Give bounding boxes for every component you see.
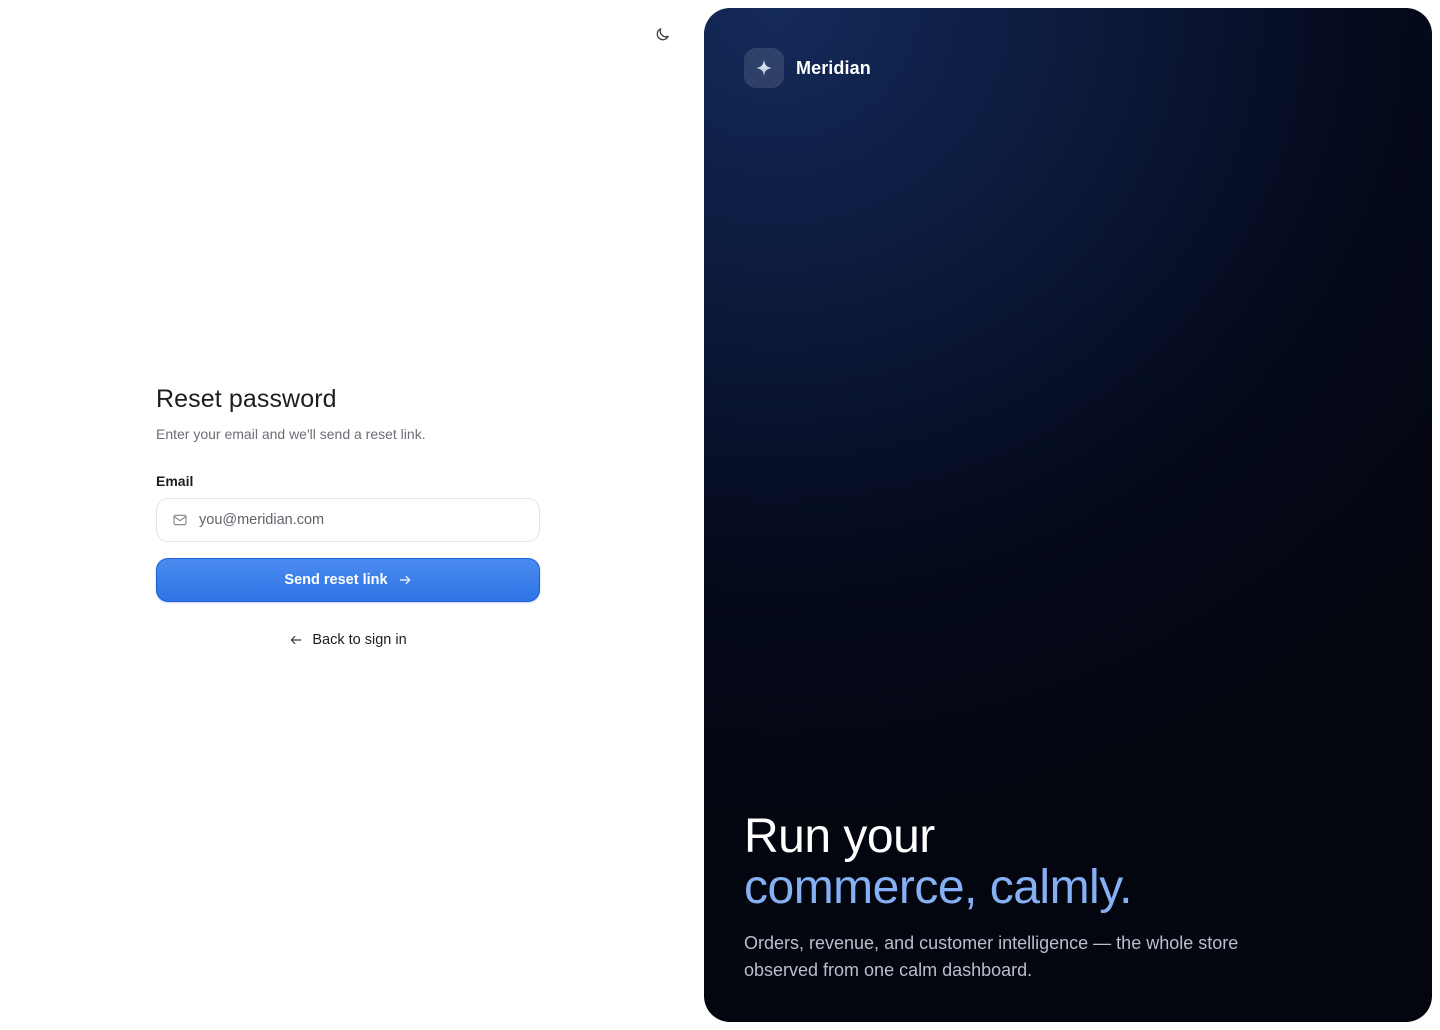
reset-password-page: Reset password Enter your email and we'l… [0, 0, 1440, 1030]
page-subtitle: Enter your email and we'll send a reset … [156, 426, 426, 442]
form-panel: Reset password Enter your email and we'l… [0, 0, 704, 1030]
hero-headline-highlight: commerce, calmly. [744, 861, 1133, 914]
brand: Meridian [744, 48, 871, 88]
email-field-container[interactable] [156, 498, 540, 542]
email-field[interactable] [199, 512, 519, 528]
hero-headline: Run your [744, 810, 935, 863]
page-title: Reset password [156, 385, 337, 413]
moon-icon [656, 27, 669, 40]
send-reset-link-label: Send reset link [284, 572, 388, 588]
back-to-sign-in-link[interactable]: Back to sign in [156, 632, 540, 648]
brand-logo [744, 48, 784, 88]
theme-toggle-button[interactable] [650, 22, 674, 46]
email-label: Email [156, 473, 194, 489]
reset-form: Reset password Enter your email and we'l… [156, 384, 540, 648]
send-reset-link-button[interactable]: Send reset link [156, 558, 540, 602]
mail-icon [172, 512, 188, 528]
arrow-right-icon [398, 573, 412, 587]
hero-description: Orders, revenue, and customer intelligen… [744, 933, 1239, 980]
hero: Run your commerce, calmly. Orders, reven… [744, 812, 1384, 984]
brand-panel: Meridian Run your commerce, calmly. Orde… [704, 8, 1432, 1022]
back-to-sign-in-label: Back to sign in [312, 632, 407, 648]
brand-name: Meridian [796, 57, 871, 78]
arrow-left-icon [289, 633, 303, 647]
sparkle-icon [756, 59, 772, 77]
